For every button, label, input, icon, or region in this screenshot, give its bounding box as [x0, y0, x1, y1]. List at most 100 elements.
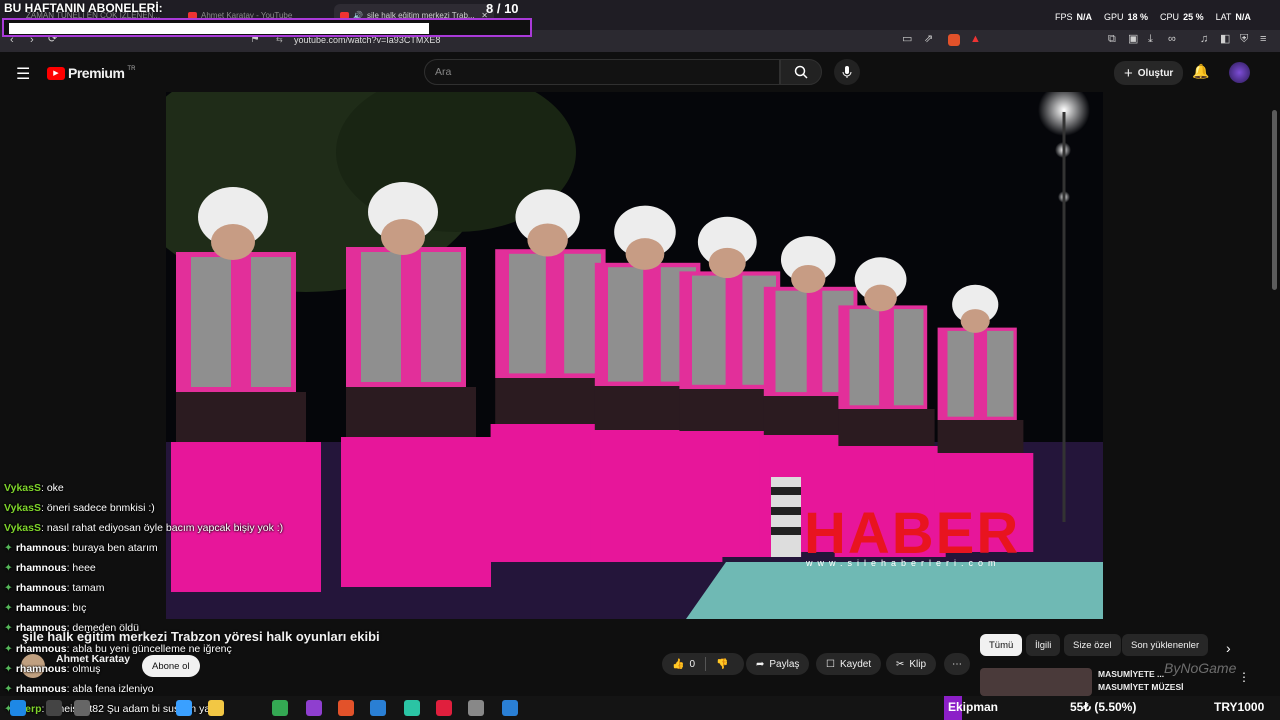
gpu-label: GPU — [1104, 12, 1124, 22]
save-label: Kaydet — [839, 658, 872, 670]
lat-label: LAT — [1215, 12, 1232, 22]
chip-related[interactable]: İlgili — [1026, 634, 1061, 656]
chat-message: ✦ rhamnous: demeden öldü — [4, 622, 139, 634]
chat-message: VykasS: oke — [4, 482, 64, 494]
music-icon[interactable]: ♫ — [1200, 34, 1208, 45]
search-input[interactable]: Ara — [424, 59, 780, 85]
share-page-icon[interactable]: ⇗ — [924, 34, 933, 45]
more-actions-button[interactable]: ⋯ — [944, 653, 970, 675]
wallet-icon[interactable]: ⛨ — [1240, 34, 1248, 45]
subscribe-button[interactable]: Abone ol — [142, 655, 200, 677]
subscribers-overlay-box — [2, 18, 532, 37]
chat-username: VykasS — [4, 522, 41, 534]
badge-icon: ✦ — [4, 562, 13, 574]
edge-icon[interactable] — [10, 700, 26, 716]
search-task-icon[interactable] — [46, 700, 62, 716]
spotify-icon[interactable] — [404, 700, 420, 716]
search-placeholder: Ara — [435, 66, 452, 78]
badge-icon: ✦ — [4, 622, 13, 634]
search-icon — [794, 65, 808, 79]
folder-icon[interactable] — [208, 700, 224, 716]
badge-icon: ✦ — [4, 683, 13, 695]
scissors-icon: ✂ — [896, 658, 905, 670]
chat-username: rhamnous — [15, 602, 67, 614]
chat-username: rhamnous — [15, 683, 67, 695]
clip-label: Klip — [909, 658, 927, 670]
chat-username: VykasS — [4, 482, 41, 494]
share-label: Paylaş — [769, 658, 800, 670]
chat-text: : bıç — [66, 602, 87, 614]
like-button[interactable]: 👍 0 — [672, 659, 695, 670]
files-icon[interactable] — [468, 700, 484, 716]
chat-text: : abla bu yeni güncelleme ne iğrenç — [66, 643, 232, 655]
taskview-icon[interactable] — [74, 700, 90, 716]
cpu-label: CPU — [1160, 12, 1180, 22]
chat-text: : nasıl rahat ediyosan öyle bacım yapcak… — [40, 522, 284, 534]
perf-stats: FPS N/A GPU 18 % CPU 25 % LAT N/A — [1055, 12, 1251, 22]
chat-text: : demeden öldü — [66, 622, 139, 634]
chat-text: : oke — [40, 482, 64, 494]
chat-username: rhamnous — [15, 562, 67, 574]
subscribers-list-bar — [9, 23, 429, 34]
brave-shield-icon[interactable] — [948, 34, 960, 46]
link-icon[interactable]: ∞ — [1168, 34, 1176, 45]
chevron-right-icon[interactable]: › — [1226, 640, 1231, 656]
search-button[interactable] — [780, 59, 822, 85]
microphone-icon — [842, 66, 852, 78]
clip-button[interactable]: ✂ Klip — [886, 653, 937, 675]
sidebar-icon[interactable]: ▣ — [1128, 34, 1138, 45]
voice-search-button[interactable] — [834, 59, 860, 85]
save-button[interactable]: ☐ Kaydet — [816, 653, 882, 675]
badge-icon: ✦ — [4, 542, 13, 554]
panel-icon[interactable]: ◧ — [1220, 34, 1230, 45]
recommendation-title[interactable]: MASUMİYETE ... — [1098, 669, 1164, 679]
chat-text: : olmuş — [66, 663, 101, 675]
hamburger-menu-icon[interactable]: ☰ — [16, 64, 30, 84]
youtube-play-icon: ▶ — [47, 66, 65, 80]
steam-icon-2[interactable] — [502, 700, 518, 716]
subscribers-count: 8 / 10 — [486, 1, 519, 16]
share-button[interactable]: ➦ Paylaş — [746, 653, 810, 675]
chip-recent[interactable]: Son yüklenenler — [1122, 634, 1209, 656]
video-player[interactable]: HABER www.silehaberleri.com — [166, 92, 1103, 619]
logo-region: TR — [127, 66, 136, 72]
youtube-logo[interactable]: ▶ Premium TR — [47, 65, 135, 81]
dislike-button[interactable]: 👎 — [716, 659, 728, 670]
screen-icon[interactable]: ▭ — [902, 34, 912, 45]
create-label: Oluştur — [1137, 67, 1174, 79]
badge-icon: ✦ — [4, 582, 13, 594]
avatar[interactable] — [1229, 62, 1250, 83]
chat-message: ✦ rhamnous: bıç — [4, 602, 86, 614]
valorant-icon[interactable] — [436, 700, 452, 716]
stream-label: Ekipman — [948, 700, 999, 714]
chrome-icon[interactable] — [272, 700, 288, 716]
page-scrollbar[interactable] — [1272, 110, 1277, 290]
chat-text: : heee — [66, 562, 96, 574]
recommendation-thumbnail[interactable] — [980, 668, 1092, 696]
like-dislike-group: 👍 0 👎 — [662, 653, 744, 675]
obs-icon[interactable] — [306, 700, 322, 716]
chip-for-you[interactable]: Size özel — [1064, 634, 1121, 656]
badge-icon: ✦ — [4, 663, 13, 675]
brave-icon[interactable] — [338, 700, 354, 716]
chat-username: rhamnous — [15, 643, 67, 655]
rewards-icon[interactable]: ▲ — [970, 33, 981, 45]
menu-icon[interactable]: ≡ — [1260, 34, 1266, 45]
chat-username: rhamnous — [15, 542, 67, 554]
create-button[interactable]: + Oluştur — [1114, 61, 1184, 85]
chat-text: : abla fena izleniyo — [66, 683, 154, 695]
app-icon-a[interactable] — [176, 700, 192, 716]
gpu-value: 18 % — [1127, 12, 1149, 22]
thumbs-up-icon: 👍 — [672, 658, 685, 670]
notifications-bell-icon[interactable]: 🔔 — [1192, 63, 1209, 80]
steam-icon[interactable] — [370, 700, 386, 716]
fps-label: FPS — [1055, 12, 1073, 22]
download-icon[interactable]: ⤓ — [1148, 34, 1153, 45]
video-watermark: HABER — [804, 501, 1021, 566]
chip-all[interactable]: Tümü — [980, 634, 1023, 656]
more-icon: ⋯ — [952, 658, 962, 670]
like-count: 0 — [689, 658, 696, 670]
recommendation-menu-icon[interactable]: ⋮ — [1238, 670, 1250, 684]
chat-message: ✦ rhamnous: buraya ben atarım — [4, 542, 158, 554]
extensions-icon[interactable]: ⧉ — [1108, 34, 1116, 45]
